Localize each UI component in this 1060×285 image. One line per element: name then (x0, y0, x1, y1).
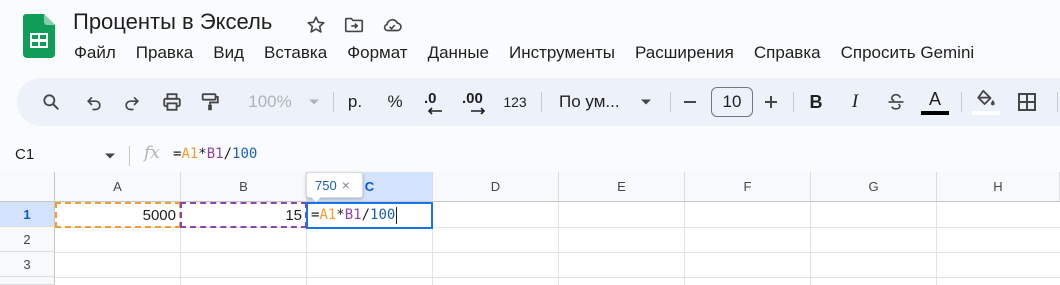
formula-ref-b1: B1 (206, 146, 224, 162)
cloud-saved-icon[interactable] (373, 11, 411, 39)
text-color-swatch (921, 111, 949, 115)
font-family-select[interactable]: По ум... (551, 78, 661, 126)
menu-format[interactable]: Формат (337, 42, 417, 64)
redo-icon[interactable] (116, 78, 148, 126)
editor-number: 100 (370, 207, 396, 223)
search-menus-icon[interactable] (35, 78, 67, 126)
menu-bar: Файл Правка Вид Вставка Формат Данные Ин… (64, 42, 984, 64)
name-box[interactable]: C1 (15, 146, 34, 163)
row-header-3[interactable]: 3 (0, 252, 55, 277)
arrow-right-icon (471, 107, 486, 115)
toolbar: 100% р. % .0 .00 123 По ум... 10 B I A (17, 78, 1060, 126)
zoom-select[interactable]: 100% (239, 78, 329, 126)
select-all-corner[interactable] (0, 172, 55, 202)
menu-file[interactable]: Файл (64, 42, 126, 64)
decrease-decimal-button[interactable]: .0 (418, 78, 452, 126)
gridline (936, 202, 937, 285)
column-header-g[interactable]: G (811, 172, 937, 202)
sheets-logo-icon[interactable] (23, 14, 55, 58)
document-title[interactable]: Проценты в Эксель (73, 9, 272, 35)
fill-color-button[interactable] (969, 78, 1003, 126)
gridline (810, 202, 811, 285)
move-folder-icon[interactable] (335, 11, 373, 39)
increase-font-size-icon[interactable] (759, 78, 783, 126)
formula-number: 100 (232, 146, 258, 162)
paint-format-icon[interactable] (194, 78, 226, 126)
column-header-e[interactable]: E (559, 172, 685, 202)
column-header-b[interactable]: B (181, 172, 307, 202)
bold-button[interactable]: B (802, 78, 830, 126)
editor-ref-a1: A1 (319, 207, 337, 223)
editor-operator: * (336, 207, 345, 223)
tooltip-result-value: 750 (315, 177, 337, 193)
undo-icon[interactable] (78, 78, 110, 126)
print-icon[interactable] (156, 78, 188, 126)
gridline (684, 202, 685, 285)
editor-divide: / (361, 207, 371, 223)
paint-bucket-icon (977, 89, 995, 106)
toolbar-divider (1057, 92, 1058, 112)
row-header-4[interactable] (0, 277, 55, 285)
column-header-a[interactable]: A (55, 172, 181, 202)
toolbar-divider (541, 92, 542, 112)
text-cursor (396, 206, 398, 224)
formula-bar-divider (129, 146, 130, 166)
menu-edit[interactable]: Правка (126, 42, 203, 64)
font-size-input[interactable]: 10 (711, 87, 753, 117)
menu-ask-gemini[interactable]: Спросить Gemini (831, 42, 985, 64)
borders-icon[interactable] (1012, 78, 1042, 126)
row-header-1[interactable]: 1 (0, 202, 55, 227)
menu-extensions[interactable]: Расширения (625, 42, 744, 64)
star-icon[interactable] (297, 11, 335, 39)
spreadsheet-grid: A B C D E F G H 1 2 3 5000 15 =A1*B1/100… (0, 172, 1060, 285)
formula-bar: C1 fx =A1*B1/100 (0, 138, 1060, 172)
toolbar-divider (961, 92, 962, 112)
reference-highlight-b1 (180, 202, 307, 228)
column-header-f[interactable]: F (685, 172, 811, 202)
arrow-left-icon (427, 107, 442, 115)
menu-data[interactable]: Данные (418, 42, 499, 64)
tooltip-close-icon[interactable]: × (342, 177, 350, 193)
zoom-value: 100% (248, 92, 292, 111)
fill-color-swatch (972, 111, 1000, 115)
increase-decimal-button[interactable]: .00 (459, 78, 495, 126)
text-color-letter: A (928, 89, 941, 109)
menu-help[interactable]: Справка (744, 42, 831, 64)
text-color-button[interactable]: A (919, 78, 951, 126)
menu-insert[interactable]: Вставка (254, 42, 337, 64)
formula-input[interactable]: =A1*B1/100 (173, 146, 257, 162)
editor-ref-b1: B1 (344, 207, 362, 223)
tooltip-arrow (311, 197, 321, 202)
app-header: Проценты в Эксель Файл Правка Вид Вставк… (0, 0, 1060, 74)
strikethrough-icon[interactable] (881, 78, 911, 126)
menu-tools[interactable]: Инструменты (499, 42, 625, 64)
formula-operator: * (198, 146, 207, 162)
gridline (558, 202, 559, 285)
toolbar-divider (793, 92, 794, 112)
decrease-decimal-label: .0 (424, 90, 437, 107)
increase-decimal-label: .00 (462, 90, 483, 107)
more-formats-button[interactable]: 123 (500, 78, 530, 126)
formula-ref-a1: A1 (181, 146, 199, 162)
percent-format-button[interactable]: % (380, 78, 410, 126)
reference-highlight-a1 (55, 202, 181, 228)
toolbar-divider (670, 92, 671, 112)
menu-view[interactable]: Вид (203, 42, 254, 64)
currency-format-button[interactable]: р. (340, 78, 370, 126)
cell-c1-editor[interactable]: =A1*B1/100 (306, 202, 433, 229)
font-family-value: По ум... (559, 92, 620, 111)
font-dropdown-icon (640, 99, 651, 105)
toolbar-divider (333, 92, 334, 112)
column-header-h[interactable]: H (937, 172, 1060, 202)
column-header-d[interactable]: D (433, 172, 559, 202)
formula-result-tooltip: 750 × (306, 172, 363, 198)
fx-icon: fx (144, 143, 160, 163)
name-box-dropdown-icon[interactable] (104, 152, 116, 160)
zoom-dropdown-icon (308, 99, 319, 105)
row-header-2[interactable]: 2 (0, 227, 55, 252)
italic-button[interactable]: I (841, 78, 869, 126)
formula-divide: / (223, 146, 233, 162)
decrease-font-size-icon[interactable] (678, 78, 702, 126)
